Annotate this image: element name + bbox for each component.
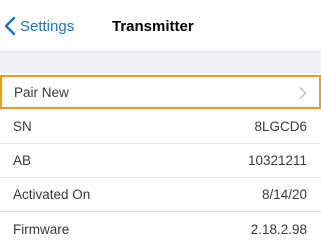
navigation-bar: Settings Transmitter (0, 0, 321, 52)
ab-row: AB 10321211 (0, 144, 321, 178)
pair-new-row[interactable]: Pair New (0, 75, 321, 109)
ab-value: 10321211 (247, 153, 307, 168)
ab-label: AB (13, 153, 32, 168)
activated-on-row: Activated On 8/14/20 (0, 178, 321, 212)
sn-label: SN (13, 119, 32, 134)
firmware-value: 2.18.2.98 (250, 222, 307, 237)
firmware-row: Firmware 2.18.2.98 (0, 212, 321, 247)
sn-row: SN 8LGCD6 (0, 110, 321, 144)
section-spacer (0, 52, 321, 73)
sn-value: 8LGCD6 (254, 119, 307, 134)
pair-new-label: Pair New (14, 84, 69, 100)
activated-on-label: Activated On (13, 187, 91, 202)
chevron-right-icon (299, 87, 307, 99)
chevron-left-icon (4, 16, 16, 36)
back-button[interactable]: Settings (4, 11, 74, 41)
page-title: Transmitter (112, 17, 194, 35)
firmware-label: Firmware (13, 222, 70, 237)
activated-on-value: 8/14/20 (261, 187, 307, 202)
back-button-label: Settings (20, 17, 75, 35)
